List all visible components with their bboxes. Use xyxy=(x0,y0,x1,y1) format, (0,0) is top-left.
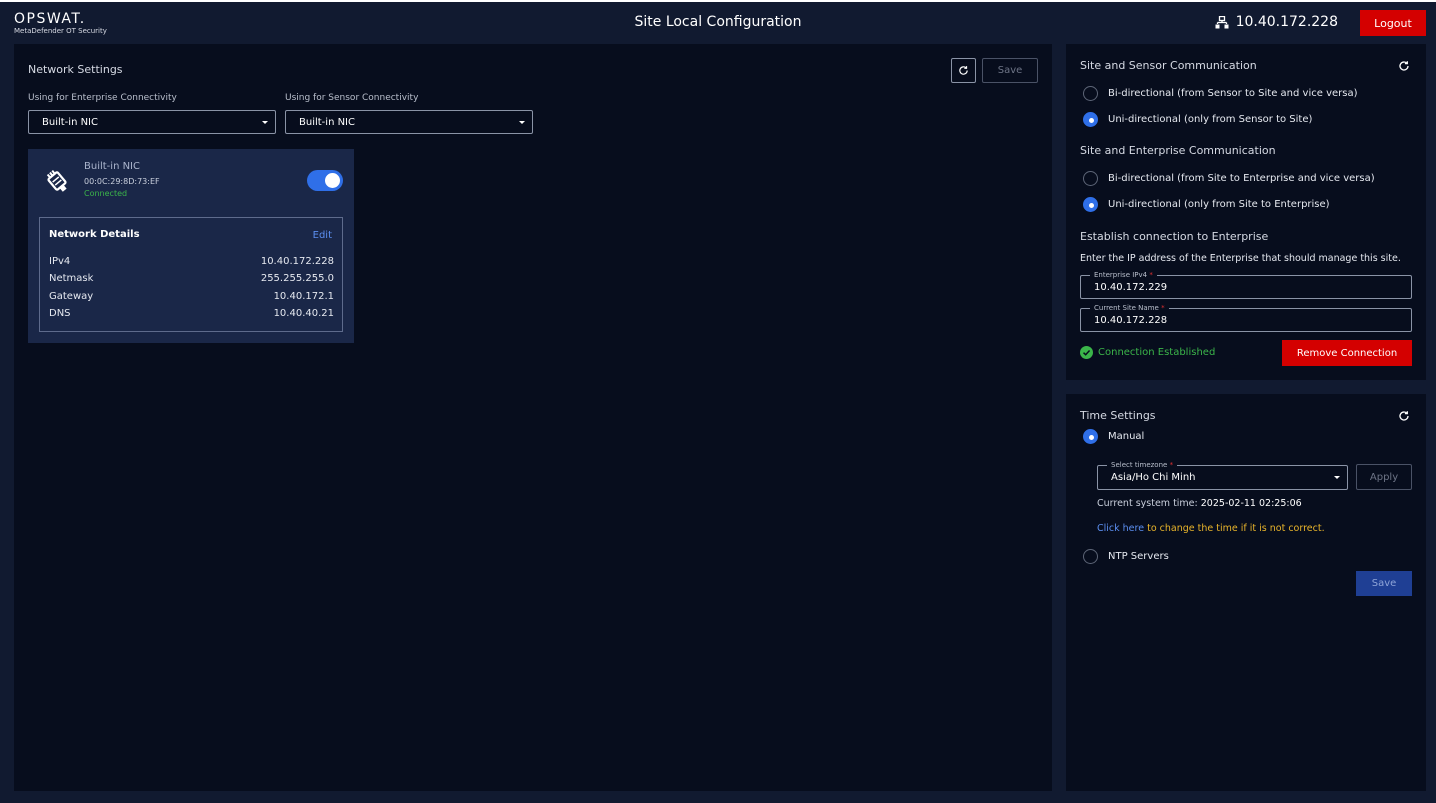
connection-status-text: Connection Established xyxy=(1098,347,1216,358)
time-settings-title: Time Settings xyxy=(1080,409,1156,422)
host-indicator: 10.40.172.228 xyxy=(1215,14,1338,30)
network-settings-title: Network Settings xyxy=(28,63,123,76)
system-time-value: 2025-02-11 02:25:06 xyxy=(1200,498,1302,509)
refresh-icon xyxy=(959,66,968,75)
radio-button[interactable] xyxy=(1083,171,1098,186)
network-details-box: Network Details Edit IPv4 10.40.172.228 … xyxy=(39,217,343,332)
sensor-communication-title: Site and Sensor Communication xyxy=(1080,59,1257,72)
enterprise-unidirectional-option[interactable]: Uni-directional (only from Site to Enter… xyxy=(1083,197,1330,212)
enterprise-ipv4-label: Enterprise IPv4 * xyxy=(1090,271,1157,279)
nic-enable-toggle[interactable] xyxy=(307,170,343,191)
system-time: Current system time: 2025-02-11 02:25:06 xyxy=(1097,498,1302,509)
radio-label: Uni-directional (only from Sensor to Sit… xyxy=(1108,114,1313,125)
connection-status: Connection Established xyxy=(1080,346,1215,359)
ethernet-icon xyxy=(46,170,67,192)
communication-panel: Site and Sensor Communication Bi-directi… xyxy=(1066,44,1426,380)
radio-button-selected[interactable] xyxy=(1083,197,1098,212)
timezone-select[interactable]: Select timezone * Asia/Ho Chi Minh xyxy=(1097,461,1348,490)
radio-button-selected[interactable] xyxy=(1083,429,1098,444)
network-refresh-button[interactable] xyxy=(951,58,976,83)
sensor-connectivity-select[interactable]: Built-in NIC xyxy=(285,110,533,134)
radio-label: Uni-directional (only from Site to Enter… xyxy=(1108,199,1330,210)
establish-connection-title: Establish connection to Enterprise xyxy=(1080,230,1269,243)
logout-button[interactable]: Logout xyxy=(1360,10,1426,36)
radio-label: Manual xyxy=(1108,431,1145,442)
network-save-button[interactable]: Save xyxy=(982,58,1038,83)
site-name-value: 10.40.172.228 xyxy=(1094,315,1168,326)
enterprise-ipv4-field[interactable]: Enterprise IPv4 * 10.40.172.229 xyxy=(1080,271,1412,299)
establish-connection-description: Enter the IP address of the Enterprise t… xyxy=(1080,253,1401,264)
site-name-field[interactable]: Current Site Name * 10.40.172.228 xyxy=(1080,304,1412,332)
check-circle-icon xyxy=(1080,346,1093,359)
detail-value-netmask: 255.255.255.0 xyxy=(260,273,334,284)
change-time-hint: Click here to change the time if it is n… xyxy=(1097,523,1325,534)
chevron-down-icon xyxy=(262,121,268,124)
refresh-icon[interactable] xyxy=(1398,410,1410,422)
network-details-title: Network Details xyxy=(49,229,140,240)
nic-status: Connected xyxy=(84,189,128,198)
sensor-bidirectional-option[interactable]: Bi-directional (from Sensor to Site and … xyxy=(1083,86,1358,101)
toggle-knob xyxy=(325,173,340,188)
enterprise-ipv4-value: 10.40.172.229 xyxy=(1094,282,1168,293)
radio-button[interactable] xyxy=(1083,86,1098,101)
detail-label-dns: DNS xyxy=(49,308,71,319)
sensor-connectivity-label: Using for Sensor Connectivity xyxy=(285,93,419,103)
chevron-down-icon xyxy=(1334,476,1340,479)
edit-network-link[interactable]: Edit xyxy=(313,230,332,241)
nic-name: Built-in NIC xyxy=(84,161,140,172)
detail-label-gateway: Gateway xyxy=(49,291,94,302)
enterprise-connectivity-label: Using for Enterprise Connectivity xyxy=(28,93,177,103)
sensor-connectivity-value: Built-in NIC xyxy=(299,116,355,128)
network-icon xyxy=(1215,15,1229,28)
time-save-button[interactable]: Save xyxy=(1356,571,1412,596)
radio-button[interactable] xyxy=(1083,549,1098,564)
time-settings-panel: Time Settings Manual Select timezone * A… xyxy=(1066,394,1426,791)
apply-timezone-button[interactable]: Apply xyxy=(1356,464,1412,490)
refresh-icon[interactable] xyxy=(1398,60,1410,72)
radio-label: Bi-directional (from Site to Enterprise … xyxy=(1108,173,1375,184)
enterprise-connectivity-select[interactable]: Built-in NIC xyxy=(28,110,276,134)
detail-value-dns: 10.40.40.21 xyxy=(273,308,334,319)
sensor-unidirectional-option[interactable]: Uni-directional (only from Sensor to Sit… xyxy=(1083,112,1312,127)
enterprise-bidirectional-option[interactable]: Bi-directional (from Site to Enterprise … xyxy=(1083,171,1375,186)
enterprise-communication-title: Site and Enterprise Communication xyxy=(1080,144,1276,157)
app-header: OPSWAT. MetaDefender OT Security Site Lo… xyxy=(0,2,1436,44)
radio-button-selected[interactable] xyxy=(1083,112,1098,127)
click-here-link[interactable]: Click here xyxy=(1097,523,1144,534)
timezone-value: Asia/Ho Chi Minh xyxy=(1111,472,1196,483)
nic-card: Built-in NIC 00:0C:29:8D:73:EF Connected… xyxy=(28,149,354,343)
change-time-text: to change the time if it is not correct. xyxy=(1147,523,1325,534)
host-ip: 10.40.172.228 xyxy=(1235,14,1338,30)
detail-value-ipv4: 10.40.172.228 xyxy=(260,256,334,267)
enterprise-connectivity-value: Built-in NIC xyxy=(42,116,98,128)
network-settings-panel: Network Settings Save Using for Enterpri… xyxy=(14,44,1052,791)
detail-label-netmask: Netmask xyxy=(49,273,94,284)
radio-label: Bi-directional (from Sensor to Site and … xyxy=(1108,88,1358,99)
detail-label-ipv4: IPv4 xyxy=(49,256,71,267)
detail-value-gateway: 10.40.172.1 xyxy=(273,291,334,302)
system-time-label: Current system time: xyxy=(1097,498,1198,509)
manual-time-option[interactable]: Manual xyxy=(1083,429,1144,444)
radio-label: NTP Servers xyxy=(1108,551,1169,562)
site-name-label: Current Site Name * xyxy=(1090,304,1169,312)
timezone-label: Select timezone * xyxy=(1107,461,1178,469)
remove-connection-button[interactable]: Remove Connection xyxy=(1282,340,1412,366)
chevron-down-icon xyxy=(519,121,525,124)
nic-mac: 00:0C:29:8D:73:EF xyxy=(84,177,160,186)
ntp-servers-option[interactable]: NTP Servers xyxy=(1083,549,1169,564)
